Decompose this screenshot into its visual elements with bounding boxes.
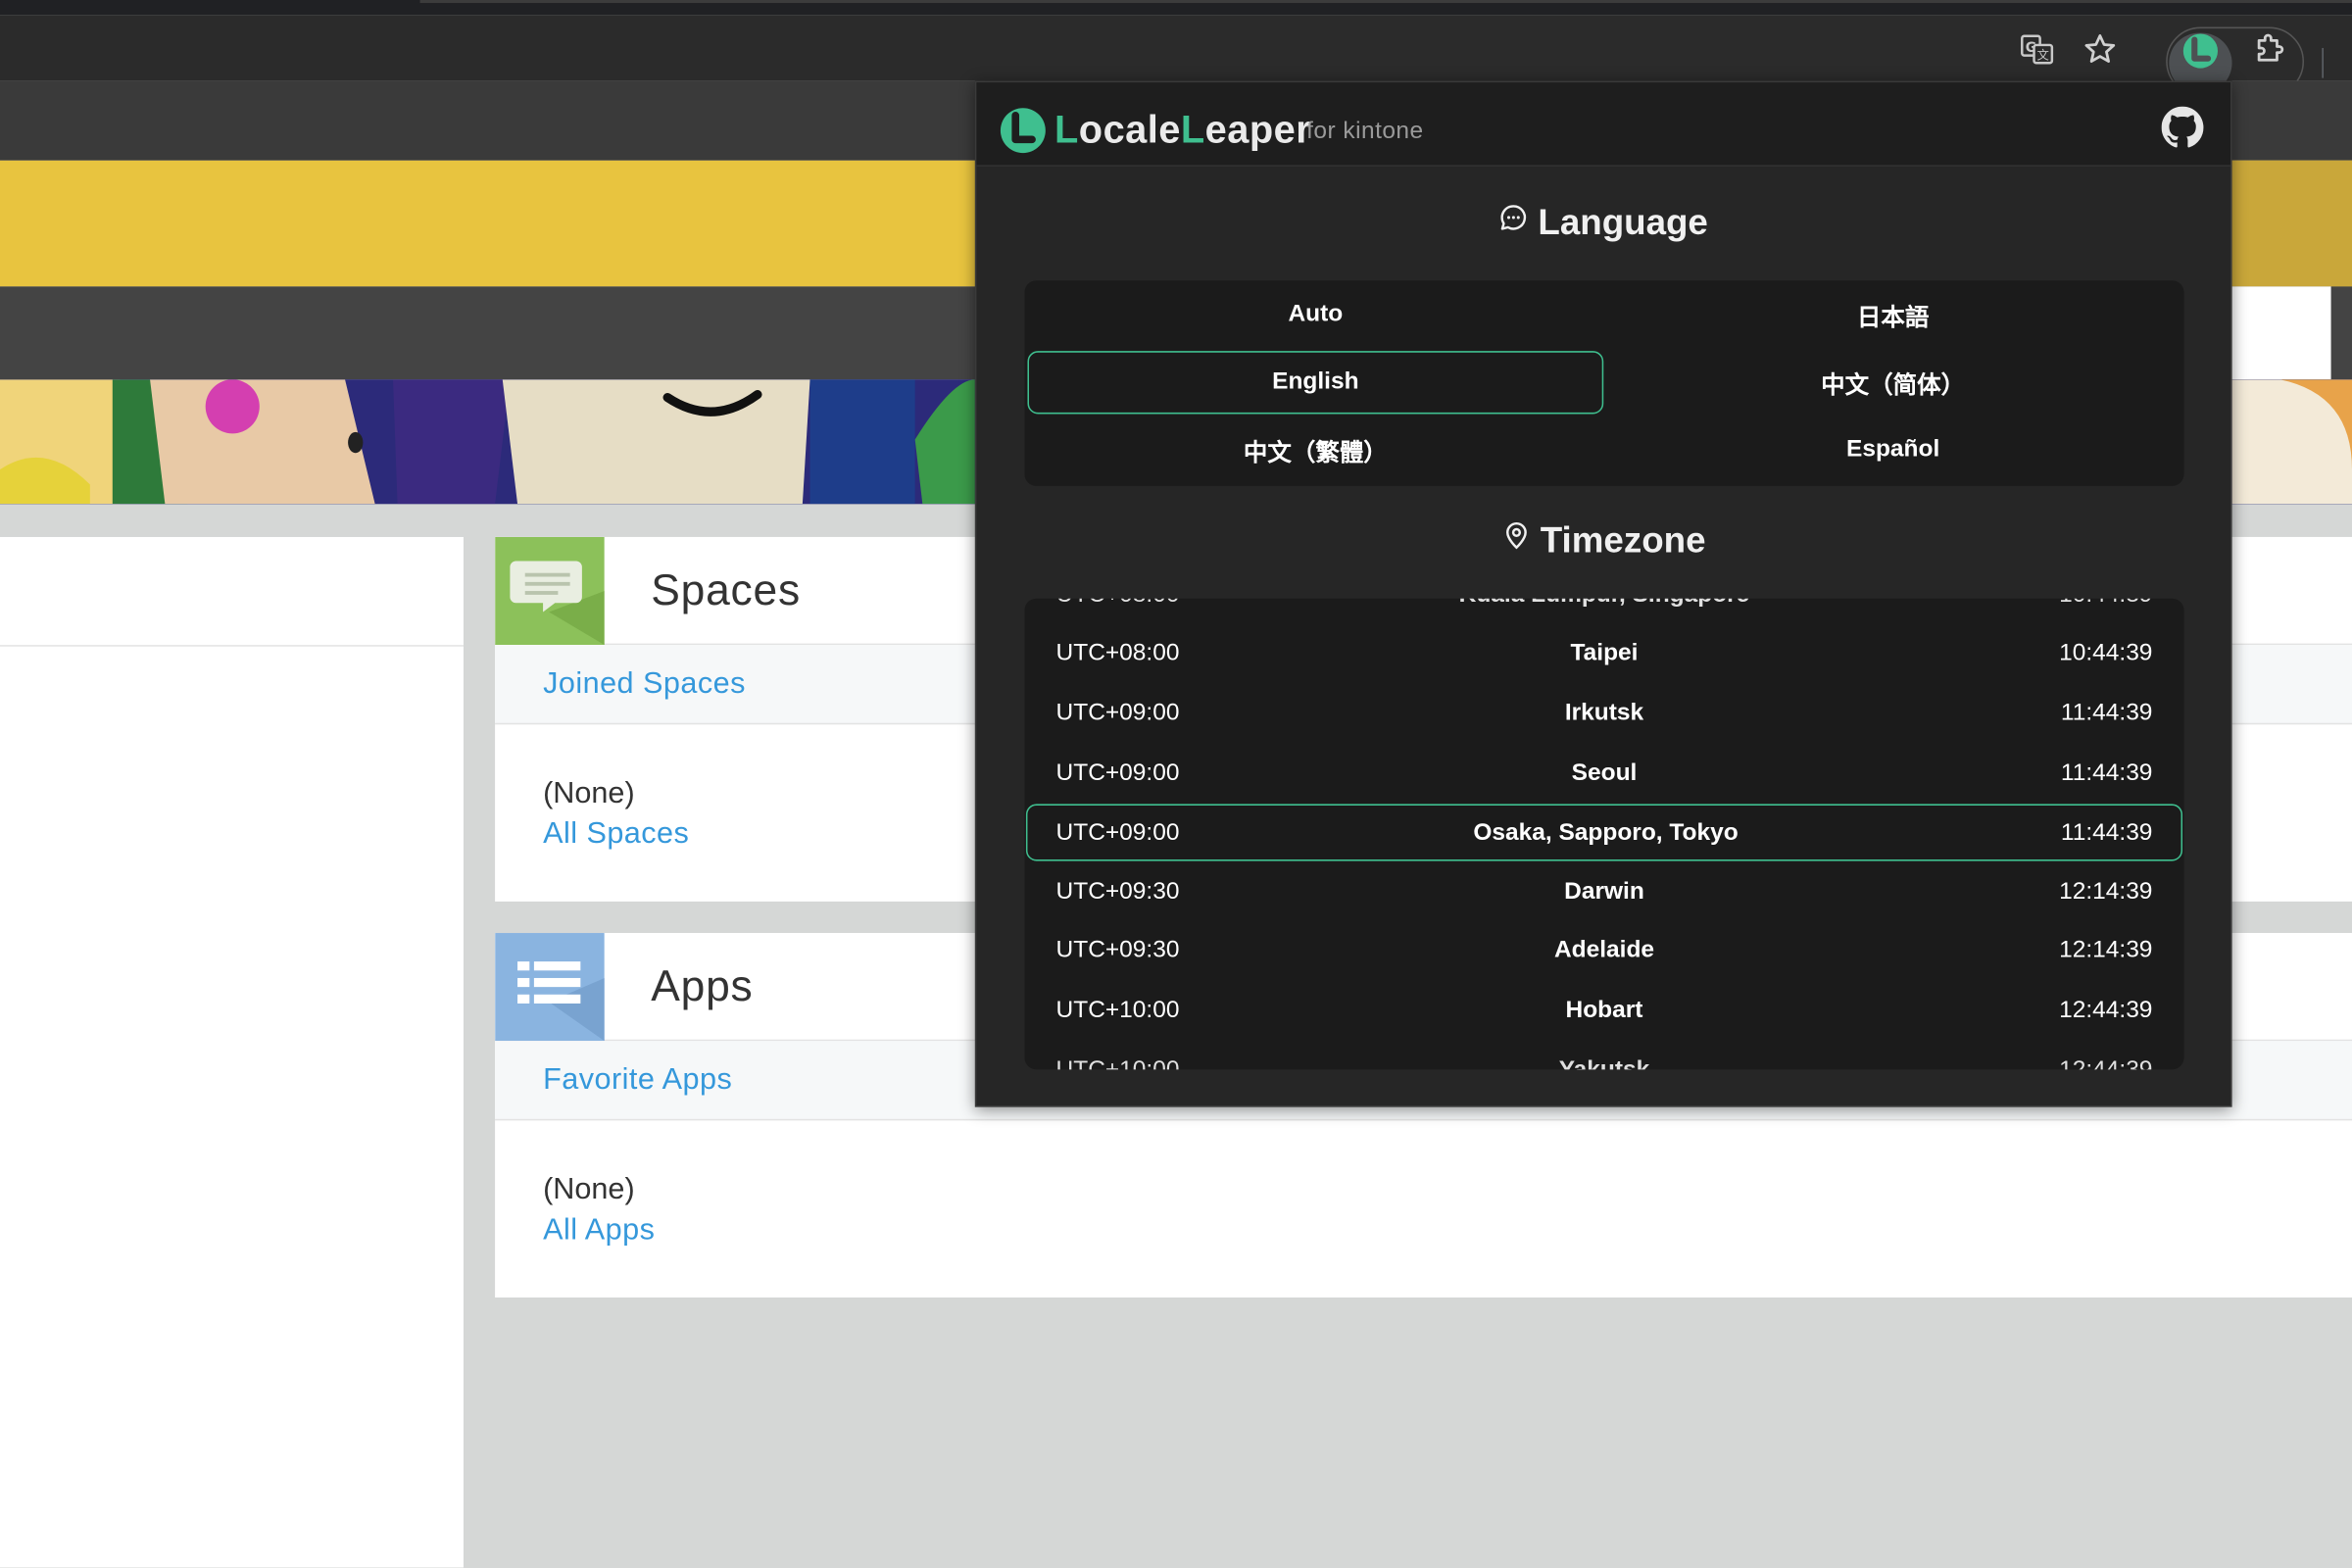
brand-name: LocaleLeaper xyxy=(1054,107,1311,153)
timezone-city: Adelaide xyxy=(1553,937,1655,963)
timezone-row[interactable]: UTC+09:00 Irkutsk 11:44:39 xyxy=(1024,685,2183,742)
localeleaper-extension-icon[interactable] xyxy=(2181,31,2221,71)
apps-title: Apps xyxy=(651,962,754,1011)
timezone-row[interactable]: UTC+09:30 Adelaide 12:14:39 xyxy=(1024,922,2183,979)
tab-edge xyxy=(419,0,2352,4)
timezone-city: Taipei xyxy=(1570,640,1639,666)
timezone-row[interactable]: UTC+08:00 Taipei 10:44:39 xyxy=(1024,625,2183,682)
timezone-row[interactable]: UTC+09:00 Seoul 11:44:39 xyxy=(1024,746,2183,803)
apps-empty-text: (None) xyxy=(543,1172,635,1206)
brand-text-ocale: ocale xyxy=(1078,106,1181,152)
timezone-row[interactable]: UTC+10:00Yakutsk12:44:39 xyxy=(1024,1043,2183,1069)
timezone-list[interactable]: UTC+08:00Kuala Lumpur, Singapore10:44:39… xyxy=(1024,598,2184,1070)
brand-text-eaper: eaper xyxy=(1204,106,1312,152)
timezone-city: Yakutsk xyxy=(1024,1057,2183,1069)
spaces-icon xyxy=(495,536,605,646)
language-options: Auto 日本語 English 中文（简体） 中文（繁體） Español xyxy=(1024,280,2184,486)
timezone-time: 11:44:39 xyxy=(2060,760,2153,787)
github-icon[interactable] xyxy=(2161,106,2204,157)
timezone-time: 12:14:39 xyxy=(2059,937,2153,963)
timezone-time: 12:14:39 xyxy=(2059,878,2153,905)
timezone-city: Hobart xyxy=(1565,997,1643,1023)
timezone-time: 10:44:39 xyxy=(2059,640,2153,666)
joined-spaces-tab[interactable]: Joined Spaces xyxy=(543,667,746,702)
sidebar-divider xyxy=(0,645,464,647)
language-option-chinese-simplified[interactable]: 中文（简体） xyxy=(1605,351,2181,414)
brand-subtitle: for kintone xyxy=(1306,118,1424,144)
spaces-empty-text: (None) xyxy=(543,776,635,810)
favorite-apps-tab[interactable]: Favorite Apps xyxy=(543,1063,732,1098)
localeleaper-popup: LocaleLeaper for kintone Language Auto 日… xyxy=(974,80,2232,1107)
timezone-time: 12:44:39 xyxy=(2059,1057,2152,1069)
language-option-chinese-traditional[interactable]: 中文（繁體） xyxy=(1027,418,1603,481)
timezone-row[interactable]: UTC+10:00 Hobart 12:44:39 xyxy=(1024,983,2183,1040)
screen: G文 Spaces Joined Spaces (None) All Space… xyxy=(0,0,2352,1568)
timezone-time: 12:44:39 xyxy=(2059,997,2153,1023)
timezone-city: Seoul xyxy=(1571,760,1638,787)
subheader-edge xyxy=(2231,286,2331,380)
apps-icon xyxy=(495,933,605,1042)
timezone-title-text: Timezone xyxy=(1540,520,1706,562)
banner-shade xyxy=(2231,160,2352,287)
timezone-time: 11:44:39 xyxy=(2060,700,2153,726)
brand-initial-l1: L xyxy=(1054,106,1079,152)
browser-toolbar: G文 xyxy=(0,15,2352,96)
extensions-puzzle-icon[interactable] xyxy=(2250,30,2289,70)
popup-header: LocaleLeaper for kintone xyxy=(976,82,2231,167)
timezone-time: 11:44:39 xyxy=(2060,820,2153,847)
star-icon[interactable] xyxy=(2081,30,2120,70)
chat-bubble-icon xyxy=(1499,201,1530,243)
timezone-time: 10:44:39 xyxy=(2059,599,2152,610)
timezone-city: Darwin xyxy=(1564,878,1644,905)
language-option-japanese[interactable]: 日本語 xyxy=(1605,283,2181,346)
timezone-city: Osaka, Sapporo, Tokyo xyxy=(1473,820,1739,847)
brand-initial-l2: L xyxy=(1180,106,1205,152)
all-apps-link[interactable]: All Apps xyxy=(543,1213,655,1248)
language-title-text: Language xyxy=(1538,202,1708,243)
timezone-city: Kuala Lumpur, Singapore xyxy=(1024,599,2183,610)
timezone-row-selected[interactable]: UTC+09:00 Osaka, Sapporo, Tokyo 11:44:39 xyxy=(1025,804,2183,861)
timezone-row[interactable]: UTC+09:30 Darwin 12:14:39 xyxy=(1024,864,2183,921)
location-pin-icon xyxy=(1501,518,1532,561)
timezone-city: Irkutsk xyxy=(1564,700,1644,726)
toolbar-separator xyxy=(2322,47,2324,78)
all-spaces-link[interactable]: All Spaces xyxy=(543,817,689,852)
tab-strip xyxy=(0,0,2352,16)
language-option-auto[interactable]: Auto xyxy=(1027,283,1603,346)
svg-text:文: 文 xyxy=(2037,47,2049,62)
language-option-english[interactable]: English xyxy=(1027,351,1604,415)
spaces-title: Spaces xyxy=(651,566,801,615)
language-option-spanish[interactable]: Español xyxy=(1605,418,2181,481)
timezone-section-title: Timezone xyxy=(976,520,2230,564)
localeleaper-logo-icon xyxy=(999,107,1047,163)
language-section-title: Language xyxy=(976,203,2230,246)
translate-icon[interactable]: G文 xyxy=(2018,30,2057,70)
timezone-row[interactable]: UTC+08:00Kuala Lumpur, Singapore10:44:39 xyxy=(1024,599,2183,624)
left-sidebar xyxy=(0,536,464,1568)
